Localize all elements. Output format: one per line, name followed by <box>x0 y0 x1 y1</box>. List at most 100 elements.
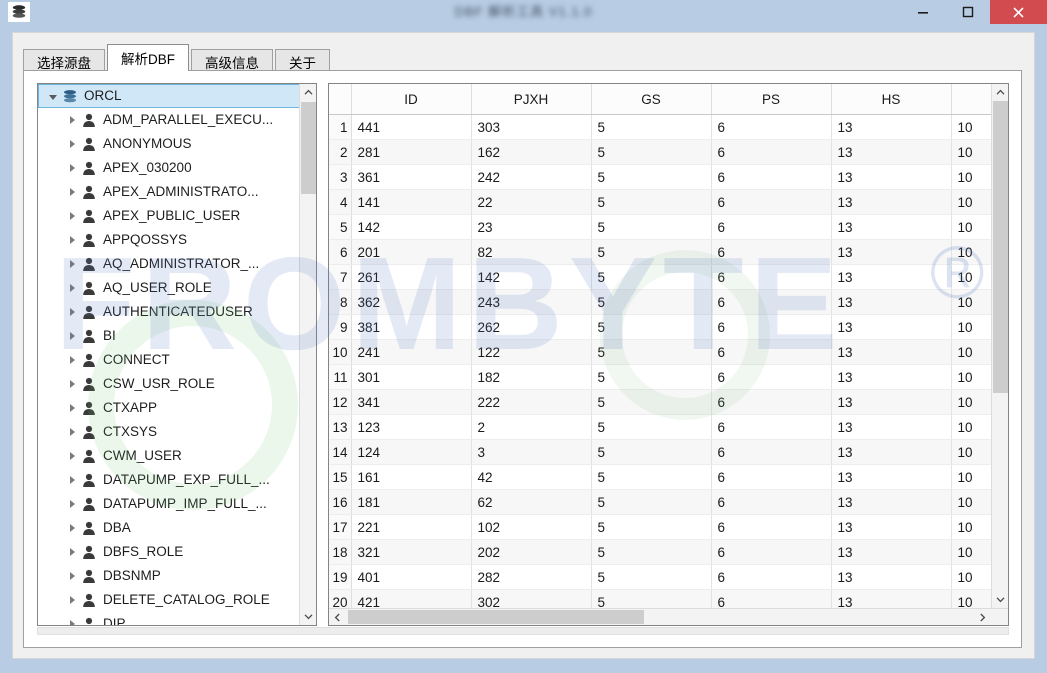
grid-cell-hs[interactable]: 13 <box>831 215 951 240</box>
table-row[interactable]: 10241122561310 <box>329 340 1008 365</box>
table-row[interactable]: 1618162561310 <box>329 490 1008 515</box>
grid-cell-id[interactable]: 401 <box>351 565 471 590</box>
chevron-up-icon[interactable] <box>300 84 317 101</box>
grid-cell-pjxh[interactable]: 142 <box>471 265 591 290</box>
tree-node-user[interactable]: ADM_PARALLEL_EXECU... <box>38 108 301 132</box>
expand-toggle-icon[interactable] <box>64 592 80 608</box>
expand-toggle-icon[interactable] <box>64 184 80 200</box>
grid-cell-pjxh[interactable]: 182 <box>471 365 591 390</box>
grid-cell-gs[interactable]: 5 <box>591 340 711 365</box>
tree-node-user[interactable]: APEX_PUBLIC_USER <box>38 204 301 228</box>
grid-cell-gs[interactable]: 5 <box>591 515 711 540</box>
grid-vertical-scrollbar[interactable] <box>991 84 1008 625</box>
expand-toggle-icon[interactable] <box>64 352 80 368</box>
tree-node-user[interactable]: CTXSYS <box>38 420 301 444</box>
grid-cell-hs[interactable]: 13 <box>831 165 951 190</box>
grid-cell-hs[interactable]: 13 <box>831 415 951 440</box>
expand-toggle-icon[interactable] <box>64 424 80 440</box>
grid-cell-ps[interactable]: 6 <box>711 340 831 365</box>
grid-cell-ps[interactable]: 6 <box>711 365 831 390</box>
grid-cell-hs[interactable]: 13 <box>831 340 951 365</box>
grid-cell-pjxh[interactable]: 222 <box>471 390 591 415</box>
grid-cell-id[interactable]: 221 <box>351 515 471 540</box>
grid-cell-id[interactable]: 261 <box>351 265 471 290</box>
grid-cell-id[interactable]: 124 <box>351 440 471 465</box>
grid-cell-hs[interactable]: 13 <box>831 565 951 590</box>
grid-cell-ps[interactable]: 6 <box>711 515 831 540</box>
tree-node-user[interactable]: APEX_ADMINISTRATO... <box>38 180 301 204</box>
grid-cell-hs[interactable]: 13 <box>831 540 951 565</box>
grid-header-pjxh[interactable]: PJXH <box>471 84 591 115</box>
grid-cell-pjxh[interactable]: 102 <box>471 515 591 540</box>
grid-cell-ps[interactable]: 6 <box>711 190 831 215</box>
grid-cell-ps[interactable]: 6 <box>711 265 831 290</box>
table-row[interactable]: 9381262561310 <box>329 315 1008 340</box>
grid-cell-ps[interactable]: 6 <box>711 290 831 315</box>
tree-node-root[interactable]: ORCL <box>38 84 300 108</box>
table-row[interactable]: 414122561310 <box>329 190 1008 215</box>
grid-cell-pjxh[interactable]: 282 <box>471 565 591 590</box>
expand-toggle-icon[interactable] <box>64 208 80 224</box>
table-row[interactable]: 19401282561310 <box>329 565 1008 590</box>
table-row[interactable]: 18321202561310 <box>329 540 1008 565</box>
tree-node-user[interactable]: DBSNMP <box>38 564 301 588</box>
grid-cell-gs[interactable]: 5 <box>591 365 711 390</box>
grid-cell-hs[interactable]: 13 <box>831 465 951 490</box>
grid-cell-ps[interactable]: 6 <box>711 315 831 340</box>
maximize-button[interactable] <box>945 0 990 24</box>
tree-node-user[interactable]: DBA <box>38 516 301 540</box>
grid-cell-gs[interactable]: 5 <box>591 290 711 315</box>
grid-cell-hs[interactable]: 13 <box>831 315 951 340</box>
table-row[interactable]: 3361242561310 <box>329 165 1008 190</box>
expand-toggle-icon[interactable] <box>64 520 80 536</box>
expand-toggle-icon[interactable] <box>64 496 80 512</box>
expand-toggle-icon[interactable] <box>64 136 80 152</box>
table-row[interactable]: 17221102561310 <box>329 515 1008 540</box>
chevron-down-icon[interactable] <box>300 608 317 625</box>
grid-cell-pjxh[interactable]: 82 <box>471 240 591 265</box>
expand-toggle-icon[interactable] <box>64 472 80 488</box>
grid-cell-ps[interactable]: 6 <box>711 115 831 140</box>
tab-parse-dbf[interactable]: 解析DBF <box>107 44 189 71</box>
chevron-down-icon[interactable] <box>992 591 1009 608</box>
tree-node-user[interactable]: APEX_030200 <box>38 156 301 180</box>
grid-cell-id[interactable]: 381 <box>351 315 471 340</box>
grid-cell-hs[interactable]: 13 <box>831 390 951 415</box>
grid-cell-gs[interactable]: 5 <box>591 165 711 190</box>
grid-cell-gs[interactable]: 5 <box>591 565 711 590</box>
table-row[interactable]: 1441303561310 <box>329 115 1008 140</box>
expand-toggle-icon[interactable] <box>64 112 80 128</box>
tree-node-user[interactable]: BI <box>38 324 301 348</box>
expand-toggle-icon[interactable] <box>64 304 80 320</box>
grid-cell-pjxh[interactable]: 202 <box>471 540 591 565</box>
grid-cell-hs[interactable]: 13 <box>831 490 951 515</box>
grid-cell-id[interactable]: 361 <box>351 165 471 190</box>
table-row[interactable]: 141243561310 <box>329 440 1008 465</box>
table-row[interactable]: 1516142561310 <box>329 465 1008 490</box>
grid-cell-hs[interactable]: 13 <box>831 240 951 265</box>
tree-node-user[interactable]: CSW_USR_ROLE <box>38 372 301 396</box>
grid-cell-ps[interactable]: 6 <box>711 440 831 465</box>
grid-cell-pjxh[interactable]: 242 <box>471 165 591 190</box>
grid-cell-id[interactable]: 123 <box>351 415 471 440</box>
table-row[interactable]: 8362243561310 <box>329 290 1008 315</box>
table-row[interactable]: 131232561310 <box>329 415 1008 440</box>
grid-cell-id[interactable]: 362 <box>351 290 471 315</box>
grid-cell-gs[interactable]: 5 <box>591 315 711 340</box>
table-row[interactable]: 620182561310 <box>329 240 1008 265</box>
tree-node-user[interactable]: DBFS_ROLE <box>38 540 301 564</box>
grid-scrollbar-thumb[interactable] <box>993 101 1008 393</box>
grid-cell-ps[interactable]: 6 <box>711 465 831 490</box>
grid-cell-pjxh[interactable]: 22 <box>471 190 591 215</box>
expand-toggle-icon[interactable] <box>64 568 80 584</box>
tree-node-user[interactable]: AQ_ADMINISTRATOR_... <box>38 252 301 276</box>
grid-cell-id[interactable]: 181 <box>351 490 471 515</box>
grid-cell-hs[interactable]: 13 <box>831 140 951 165</box>
chevron-left-icon[interactable] <box>329 609 346 625</box>
chevron-up-icon[interactable] <box>992 84 1009 101</box>
grid-cell-ps[interactable]: 6 <box>711 165 831 190</box>
grid-cell-id[interactable]: 142 <box>351 215 471 240</box>
grid-cell-pjxh[interactable]: 162 <box>471 140 591 165</box>
expand-toggle-icon[interactable] <box>45 88 61 104</box>
expand-toggle-icon[interactable] <box>64 328 80 344</box>
